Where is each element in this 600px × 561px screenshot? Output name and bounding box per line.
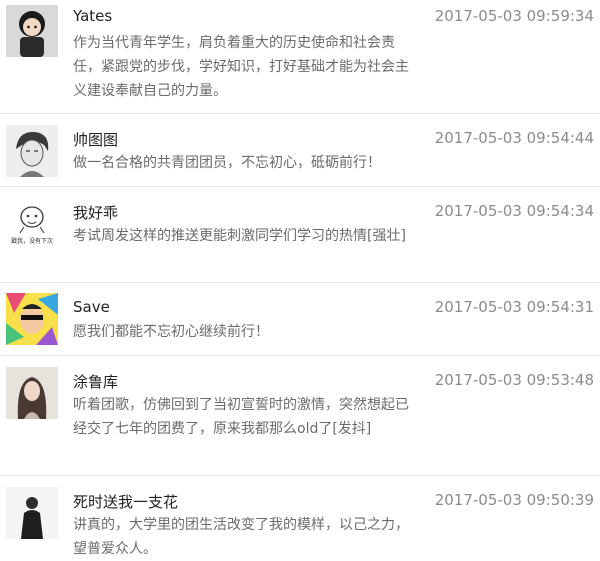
avatar[interactable] xyxy=(6,487,58,539)
comment-time: 2017-05-03 09:53:48 xyxy=(434,371,594,389)
doodle-icon: 戳我，没有下次 xyxy=(6,197,58,249)
comment-item: 帅图图 2017-05-03 09:54:44 做一名合格的共青团团员，不忘初心… xyxy=(0,114,600,187)
sketch-portrait-icon xyxy=(6,125,58,177)
comment-time: 2017-05-03 09:54:31 xyxy=(434,298,594,316)
comment-item: 涂鲁库 2017-05-03 09:53:48 听着团歌，仿佛回到了当初宣誓时的… xyxy=(0,356,600,476)
comment-text: 愿我们都能不忘初心继续前行！ xyxy=(73,324,269,340)
comment-author[interactable]: Save xyxy=(73,298,110,316)
avatar[interactable] xyxy=(6,125,58,177)
avatar[interactable]: 戳我，没有下次 xyxy=(6,197,58,249)
comment-author[interactable]: 帅图图 xyxy=(73,129,118,150)
person-photo-icon xyxy=(6,487,58,539)
comment-text: 作为当代青年学生，肩负着重大的历史使命和社会责任，紧跟党的步伐，学好知识，打好基… xyxy=(73,35,409,99)
comment-time: 2017-05-03 09:59:34 xyxy=(434,7,594,25)
avatar[interactable] xyxy=(6,5,58,57)
comment-author[interactable]: 我好乖 xyxy=(73,202,118,223)
comment-author[interactable]: Yates xyxy=(73,7,112,25)
girl-photo-icon xyxy=(6,367,58,419)
comment-text: 考试周发这样的推送更能刺激同学们学习的热情[强壮] xyxy=(73,228,406,244)
comment-time: 2017-05-03 09:50:39 xyxy=(434,491,594,509)
avatar[interactable] xyxy=(6,367,58,419)
avatar[interactable] xyxy=(6,293,58,345)
comment-text: 讲真的，大学里的团生活改变了我的模样，以己之力，望普爱众人。 xyxy=(73,517,409,557)
comment-item: 死时送我一支花 2017-05-03 09:50:39 讲真的，大学里的团生活改… xyxy=(0,476,600,559)
comment-author[interactable]: 死时送我一支花 xyxy=(73,491,178,512)
comment-text: 听着团歌，仿佛回到了当初宣誓时的激情，突然想起已经交了七年的团费了，原来我都那么… xyxy=(73,397,409,437)
comment-text: 做一名合格的共青团团员，不忘初心，砥砺前行！ xyxy=(73,155,381,171)
colorful-art-icon xyxy=(6,293,58,345)
comment-author[interactable]: 涂鲁库 xyxy=(73,371,118,392)
avatar-caption: 戳我，没有下次 xyxy=(11,237,53,245)
cartoon-boy-icon xyxy=(6,5,58,57)
comment-item: Yates 2017-05-03 09:59:34 作为当代青年学生，肩负着重大… xyxy=(0,0,600,114)
comment-item: 戳我，没有下次 我好乖 2017-05-03 09:54:34 考试周发这样的推… xyxy=(0,187,600,283)
comment-item: Save 2017-05-03 09:54:31 愿我们都能不忘初心继续前行！ xyxy=(0,283,600,356)
comment-time: 2017-05-03 09:54:44 xyxy=(434,129,594,147)
comment-time: 2017-05-03 09:54:34 xyxy=(434,202,594,220)
